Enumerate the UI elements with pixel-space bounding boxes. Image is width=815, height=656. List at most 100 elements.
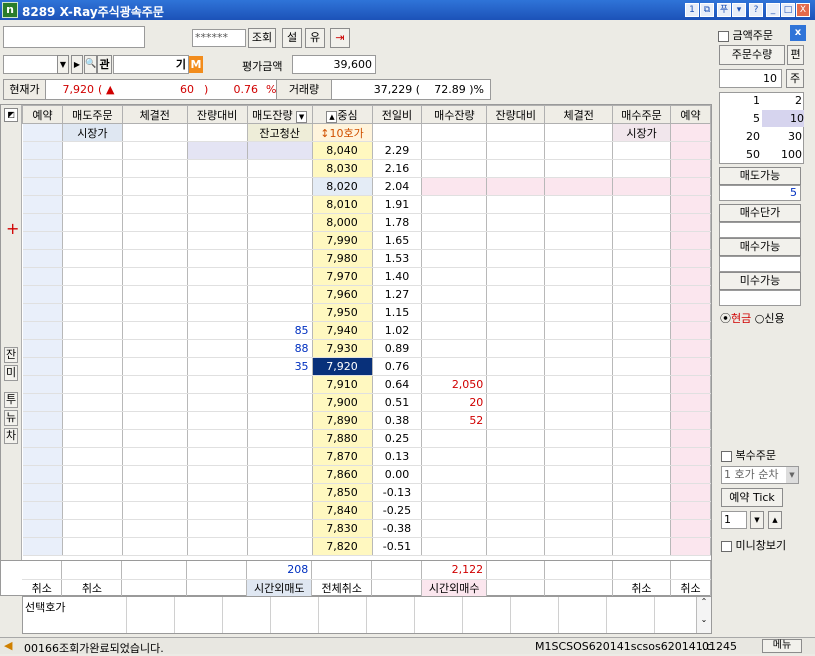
- buy-remain-cell[interactable]: [421, 249, 488, 268]
- order-cell[interactable]: [22, 195, 63, 214]
- order-cell[interactable]: [486, 321, 546, 340]
- order-cell[interactable]: [612, 141, 671, 160]
- price-cell[interactable]: 8,040: [312, 141, 373, 160]
- buy-remain-cell[interactable]: 52: [421, 411, 488, 430]
- qty-input[interactable]: 10: [719, 69, 782, 88]
- order-cell[interactable]: [122, 393, 188, 412]
- order-cell[interactable]: [62, 267, 123, 286]
- order-cell[interactable]: [612, 303, 671, 322]
- order-cell[interactable]: [486, 249, 546, 268]
- order-cell[interactable]: [670, 141, 711, 160]
- qty-preset[interactable]: 30: [762, 130, 802, 143]
- order-cell[interactable]: [486, 213, 546, 232]
- order-cell[interactable]: [22, 537, 63, 556]
- order-cell[interactable]: [22, 303, 63, 322]
- order-cell[interactable]: [612, 501, 671, 520]
- order-cell[interactable]: [612, 537, 671, 556]
- order-cell[interactable]: [544, 213, 614, 232]
- order-cell[interactable]: [22, 393, 63, 412]
- order-cell[interactable]: [187, 249, 248, 268]
- order-cell[interactable]: [486, 411, 546, 430]
- price-cell[interactable]: 7,950: [312, 303, 373, 322]
- sort-down-icon[interactable]: ▼: [296, 110, 308, 123]
- order-cell[interactable]: [122, 429, 188, 448]
- order-cell[interactable]: [62, 393, 123, 412]
- order-cell[interactable]: [544, 375, 614, 394]
- price-cell[interactable]: 7,870: [312, 447, 373, 466]
- qty-preset-selected[interactable]: 10: [762, 110, 804, 127]
- tick-input[interactable]: 1: [721, 511, 747, 529]
- credit-label[interactable]: 신용: [764, 312, 784, 325]
- order-cell[interactable]: [122, 411, 188, 430]
- order-cell[interactable]: [187, 177, 248, 196]
- buy-remain-cell[interactable]: [421, 231, 488, 250]
- price-cell[interactable]: 7,960: [312, 285, 373, 304]
- order-cell[interactable]: [544, 519, 614, 538]
- order-cell[interactable]: [544, 357, 614, 376]
- order-cell[interactable]: [670, 465, 711, 484]
- side-button-investor[interactable]: 투: [4, 392, 18, 408]
- qty-preset[interactable]: 20: [720, 130, 760, 143]
- order-cell[interactable]: [62, 357, 123, 376]
- order-cell[interactable]: [122, 249, 188, 268]
- order-cell[interactable]: [187, 483, 248, 502]
- order-cell[interactable]: [187, 231, 248, 250]
- order-cell[interactable]: [612, 231, 671, 250]
- sell-remain-cell[interactable]: [247, 411, 313, 430]
- buy-price-button[interactable]: 매수단가: [719, 204, 801, 222]
- password-input[interactable]: ******: [192, 29, 246, 47]
- order-cell[interactable]: [486, 231, 546, 250]
- stock-code-input[interactable]: [3, 55, 58, 74]
- order-cell[interactable]: [187, 321, 248, 340]
- order-cell[interactable]: [122, 213, 188, 232]
- order-cell[interactable]: [670, 339, 711, 358]
- order-cell[interactable]: [62, 249, 123, 268]
- export-icon[interactable]: ⇥: [330, 28, 350, 48]
- col-header[interactable]: 예약: [670, 105, 711, 124]
- order-cell[interactable]: [670, 267, 711, 286]
- multi-order-row[interactable]: 복수주문: [721, 447, 776, 463]
- order-cell[interactable]: [612, 411, 671, 430]
- side-button-news[interactable]: 뉴: [4, 410, 18, 426]
- order-cell[interactable]: [187, 303, 248, 322]
- order-cell[interactable]: [544, 483, 614, 502]
- order-cell[interactable]: [486, 465, 546, 484]
- order-cell[interactable]: [486, 429, 546, 448]
- mini-window-row[interactable]: 미니창보기: [721, 537, 786, 553]
- side-button-unfilled[interactable]: 미: [4, 365, 18, 381]
- order-cell[interactable]: [122, 375, 188, 394]
- buy-available-button[interactable]: 매수가능: [719, 238, 801, 256]
- qty-preset[interactable]: 100: [762, 148, 802, 161]
- sell-remain-cell[interactable]: [247, 393, 313, 412]
- order-cell[interactable]: [22, 213, 63, 232]
- order-cell[interactable]: [22, 483, 63, 502]
- price-cell[interactable]: 8,020: [312, 177, 373, 196]
- order-cell[interactable]: [486, 159, 546, 178]
- price-cell[interactable]: 7,880: [312, 429, 373, 448]
- price-cell[interactable]: 7,990: [312, 231, 373, 250]
- order-cell[interactable]: [122, 231, 188, 250]
- side-button-chart[interactable]: 차: [4, 428, 18, 444]
- price-cell[interactable]: 7,930: [312, 339, 373, 358]
- order-cell[interactable]: [187, 411, 248, 430]
- clear-balance-button[interactable]: 잔고청산: [247, 123, 313, 142]
- order-cell[interactable]: [62, 195, 123, 214]
- stock-dropdown-icon[interactable]: ▼: [57, 55, 69, 74]
- buy-remain-cell[interactable]: [421, 195, 488, 214]
- order-cell[interactable]: [22, 231, 63, 250]
- order-cell[interactable]: [62, 537, 123, 556]
- order-cell[interactable]: [544, 159, 614, 178]
- minimize-button[interactable]: _: [766, 3, 780, 17]
- sell-remain-cell[interactable]: [247, 231, 313, 250]
- order-cell[interactable]: [612, 483, 671, 502]
- order-cell[interactable]: [544, 429, 614, 448]
- order-cell[interactable]: [62, 411, 123, 430]
- query-button[interactable]: 조회: [248, 28, 276, 48]
- col-header-sell-remain[interactable]: 매도잔량 ▼: [246, 105, 313, 124]
- order-cell[interactable]: [670, 159, 711, 178]
- order-cell[interactable]: [62, 501, 123, 520]
- order-cell[interactable]: [187, 465, 248, 484]
- order-cell[interactable]: [187, 339, 248, 358]
- order-cell[interactable]: [187, 195, 248, 214]
- buy-remain-cell[interactable]: 20: [421, 393, 488, 412]
